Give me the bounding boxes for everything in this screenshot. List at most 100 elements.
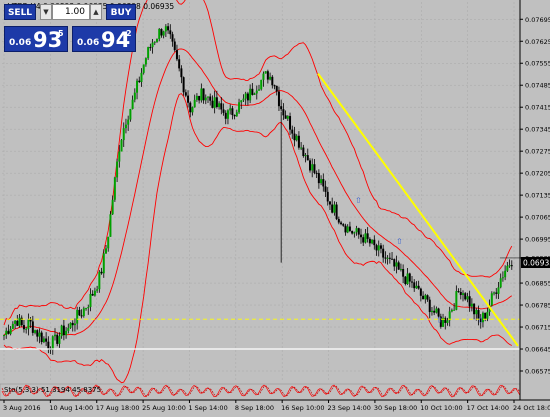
time-tick-label: 3 Aug 2016: [3, 404, 41, 412]
candle-body: [98, 271, 101, 290]
candle-body: [218, 103, 221, 107]
lot-decrease-icon[interactable]: ▼: [40, 4, 52, 20]
candle-body: [468, 296, 471, 307]
candle-body: [87, 307, 90, 309]
price-tick-label: 0.07555: [525, 60, 550, 68]
buy-price-box[interactable]: 0.06 94 2: [72, 26, 136, 52]
candle-body: [395, 262, 398, 267]
candle-body: [346, 226, 349, 233]
candle-body: [16, 320, 19, 326]
candle-body: [131, 99, 134, 110]
candle-body: [78, 309, 81, 316]
candle-body: [510, 265, 513, 267]
candle-body: [60, 325, 63, 337]
candle-body: [204, 97, 207, 101]
candle-body: [162, 31, 165, 36]
sell-price-box[interactable]: 0.06 93 5: [4, 26, 68, 52]
candle-body: [25, 328, 28, 330]
lot-increase-icon[interactable]: ▲: [90, 4, 102, 20]
candle-body: [73, 323, 76, 326]
candle-body: [215, 97, 218, 107]
candle-body: [295, 135, 298, 141]
candle-body: [455, 291, 458, 310]
candle-body: [89, 293, 92, 308]
candle-body: [62, 325, 65, 336]
candle-body: [235, 112, 238, 117]
lot-size-input[interactable]: 1.00: [52, 4, 90, 20]
candle-body: [297, 135, 300, 148]
candle-body: [47, 341, 50, 349]
candle-body: [384, 257, 387, 259]
time-tick-label: 23 Sep 14:00: [328, 404, 371, 412]
candle-body: [322, 179, 325, 187]
candle-body: [144, 58, 147, 65]
candle-body: [411, 281, 413, 283]
sell-button[interactable]: SELL: [4, 4, 36, 20]
candle-body: [351, 230, 354, 234]
candle-body: [182, 77, 185, 93]
candle-body: [147, 47, 150, 59]
candle-body: [373, 239, 376, 246]
candle-body: [426, 295, 429, 300]
candle-body: [393, 259, 396, 267]
candle-body: [222, 109, 225, 113]
candle-body: [29, 319, 32, 322]
candle-body: [116, 161, 119, 178]
candle-body: [450, 310, 453, 312]
candle-body: [422, 295, 425, 300]
candle-body: [473, 303, 476, 315]
candle-body: [27, 319, 30, 329]
candle-body: [457, 291, 460, 293]
candle-body: [302, 147, 305, 157]
time-tick-label: 17 Aug 18:00: [96, 404, 140, 412]
candle-body: [408, 273, 411, 282]
candle-body: [397, 262, 400, 270]
candle-body: [198, 95, 201, 101]
price-chart[interactable]: ⇧ ⇧ ⇧ ⇧ Sto(5,3,3) 51.3194 45.8375 0.07695 0…: [0, 0, 550, 413]
candle-body: [149, 47, 152, 49]
candle-body: [102, 253, 105, 274]
candle-body: [224, 112, 227, 119]
candle-body: [142, 64, 145, 73]
candle-body: [138, 80, 141, 83]
candle-body: [275, 85, 278, 92]
price-tick-label: 0.07065: [525, 214, 550, 222]
candle-body: [213, 97, 216, 108]
candle-body: [54, 334, 56, 337]
price-tick-label: 0.07275: [525, 148, 550, 156]
candle-body: [193, 99, 196, 108]
candle-body: [311, 164, 314, 171]
candle-body: [189, 102, 192, 113]
arrow-mark-icon: ⇧: [396, 237, 403, 246]
candle-body: [435, 308, 438, 313]
candle-body: [404, 276, 407, 284]
price-tick-label: 0.06785: [525, 302, 550, 310]
price-tick-label: 0.06995: [525, 236, 550, 244]
candle-body: [495, 292, 498, 294]
candle-body: [202, 88, 205, 101]
buy-button[interactable]: BUY: [106, 4, 136, 20]
candle-body: [244, 93, 247, 99]
candle-body: [286, 116, 289, 119]
price-tick-label: 0.07345: [525, 126, 550, 134]
candle-body: [7, 330, 10, 334]
candle-body: [187, 95, 190, 103]
candle-body: [195, 95, 198, 100]
candle-body: [40, 332, 43, 343]
chart-window[interactable]: ⇧ ⇧ ⇧ ⇧ Sto(5,3,3) 51.3194 45.8375 0.07695 0…: [0, 0, 550, 413]
candle-body: [133, 92, 136, 100]
candle-body: [184, 92, 187, 96]
time-tick-label: 10 Oct 10:00: [420, 404, 462, 412]
candle-body: [240, 100, 243, 103]
candle-body: [331, 204, 334, 213]
candle-body: [3, 335, 5, 337]
buy-price-fraction: 2: [126, 29, 132, 38]
candle-body: [309, 160, 311, 171]
candle-body: [357, 228, 360, 235]
candle-body: [14, 320, 17, 324]
arrow-mark-icon: ⇧: [436, 315, 443, 324]
candle-body: [118, 151, 121, 162]
candle-body: [67, 327, 70, 331]
candle-body: [231, 108, 234, 116]
candle-body: [300, 147, 303, 149]
